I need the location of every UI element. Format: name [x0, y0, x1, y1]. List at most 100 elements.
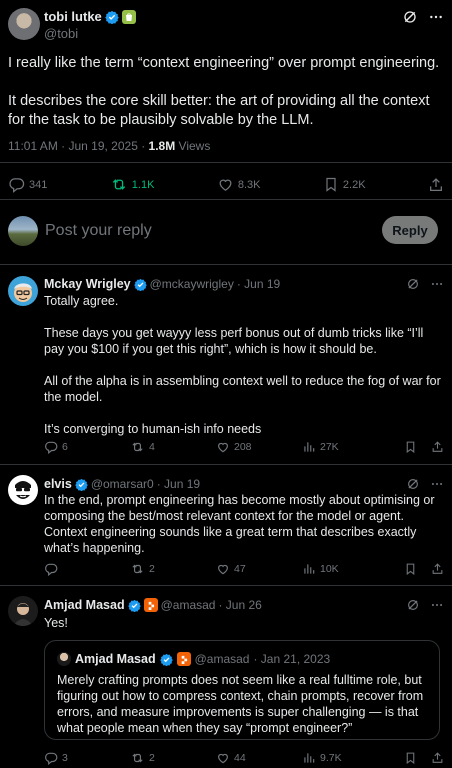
like-button[interactable]: 208 [216, 440, 302, 454]
quote-author-handle: @amasad [194, 652, 250, 666]
quote-header: Amjad Masad @amasad · Jan 21, 2023 [57, 652, 330, 666]
grok-icon[interactable] [402, 9, 418, 25]
reply-tweet[interactable]: elvis @omarsar0 · Jun 19 In the end, pro… [0, 465, 452, 585]
views-button[interactable]: 27K [302, 440, 388, 454]
reply-end-actions [404, 440, 444, 454]
reply-author-name[interactable]: elvis [44, 477, 72, 491]
repost-icon [112, 179, 125, 190]
bookmark-icon [406, 563, 415, 575]
more-icon[interactable] [428, 9, 444, 25]
reply-date[interactable]: · Jun 19 [237, 277, 280, 291]
like-icon [219, 179, 232, 191]
reply-end-actions [404, 562, 444, 576]
share-icon [430, 177, 442, 191]
reply-author-handle[interactable]: @amasad [161, 598, 216, 612]
reply-avatar[interactable] [8, 475, 38, 505]
reply-button[interactable] [44, 562, 130, 576]
repost-count: 2 [149, 752, 155, 764]
reply-top-actions [406, 477, 444, 491]
reply-icon [9, 178, 25, 193]
views-button[interactable]: 9.7K [302, 751, 388, 765]
repost-button[interactable]: 4 [130, 440, 216, 454]
reply-author-handle[interactable]: @mckaywrigley [150, 277, 234, 291]
repost-icon [132, 753, 143, 763]
reply-avatar[interactable] [8, 276, 38, 306]
share-icon [432, 752, 443, 763]
views-count: 27K [320, 441, 339, 453]
reply-tweet[interactable]: Mckay Wrigley @mckaywrigley · Jun 19 Tot… [0, 265, 452, 463]
verified-badge-icon [105, 10, 119, 24]
reply-icon [45, 441, 58, 454]
author-avatar[interactable] [8, 8, 40, 40]
bookmark-icon [326, 177, 336, 192]
replit-badge-icon [143, 598, 158, 612]
like-icon [218, 442, 228, 453]
more-icon [431, 282, 443, 286]
reply-author-handle[interactable]: @omarsar0 [91, 477, 154, 491]
like-count: 44 [234, 752, 246, 764]
tweet-text: I really like the term “context engineer… [8, 54, 444, 149]
repost-button[interactable]: 2 [130, 562, 216, 576]
tweet-actions: 341 1.1K 8.3K 2.2K [8, 176, 444, 193]
share-button[interactable] [428, 177, 444, 193]
bookmark-icon [406, 752, 415, 764]
divider [0, 199, 452, 200]
like-count: 208 [234, 441, 252, 453]
grok-icon [408, 479, 418, 489]
author-name[interactable]: tobi lutke [44, 9, 102, 24]
repost-button[interactable]: 1.1K [110, 176, 155, 193]
reply-text: Totally agree. These days you get wayyy … [44, 293, 444, 437]
like-button[interactable]: 8.3K [217, 176, 261, 193]
quote-avatar [57, 652, 71, 666]
share-icon [432, 441, 443, 452]
repost-button[interactable]: 2 [130, 751, 216, 765]
views-label: Views [175, 139, 211, 153]
tweet-timestamp[interactable]: 11:01 AM · Jun 19, 2025 · [8, 139, 149, 153]
reply-author-name[interactable]: Mckay Wrigley [44, 277, 131, 291]
views-button[interactable]: 10K [302, 562, 388, 576]
quoted-tweet[interactable]: Amjad Masad @amasad · Jan 21, 2023 Merel… [44, 640, 440, 740]
user-avatar [8, 216, 38, 246]
verified-badge-icon [133, 278, 147, 291]
tweet-top-actions [402, 9, 444, 25]
reply-button[interactable]: 341 [8, 176, 47, 193]
verified-badge-icon [75, 478, 88, 491]
reply-button[interactable]: 6 [44, 440, 130, 454]
reply-actions: 6 4 208 27K [44, 440, 444, 454]
bookmark-icon [406, 441, 415, 453]
like-icon [218, 564, 228, 575]
bookmark-count: 2.2K [342, 178, 366, 191]
reply-button[interactable]: 3 [44, 751, 130, 765]
views-count: 1.8M [148, 139, 176, 153]
like-button[interactable]: 44 [216, 751, 302, 765]
views-icon [304, 564, 315, 574]
repost-count: 1.1K [131, 178, 155, 191]
grok-icon [408, 279, 418, 289]
like-count: 8.3K [237, 178, 261, 191]
like-icon [218, 753, 228, 764]
reply-top-actions [406, 598, 444, 612]
like-count: 47 [234, 563, 246, 575]
author-handle[interactable]: @tobi [44, 26, 78, 41]
reply-author-name[interactable]: Amjad Masad [44, 598, 125, 612]
bookmark-button[interactable]: 2.2K [323, 176, 366, 193]
views-count: 9.7K [320, 752, 342, 764]
shopify-badge-icon [121, 9, 136, 24]
reply-header: elvis @omarsar0 · Jun 19 [44, 477, 200, 491]
like-button[interactable]: 47 [216, 562, 302, 576]
reply-icon [45, 563, 58, 576]
reply-header: Mckay Wrigley @mckaywrigley · Jun 19 [44, 277, 280, 291]
tweet-meta: 11:01 AM · Jun 19, 2025 · 1.8M Views [8, 139, 210, 153]
reply-date[interactable]: · Jun 26 [218, 598, 261, 612]
reply-avatar[interactable] [8, 596, 38, 626]
reply-submit-button[interactable]: Reply [382, 216, 438, 244]
replit-badge-icon [176, 652, 191, 666]
author-name-row[interactable]: tobi lutke [44, 9, 136, 24]
reply-count: 341 [29, 178, 48, 191]
main-tweet: tobi lutke @tobi I really like the term … [0, 0, 452, 200]
grok-icon [408, 600, 418, 610]
verified-badge-icon [159, 653, 173, 666]
reply-date[interactable]: · Jun 19 [157, 477, 200, 491]
reply-input[interactable]: Post your reply [45, 222, 152, 240]
repost-icon [132, 442, 143, 452]
